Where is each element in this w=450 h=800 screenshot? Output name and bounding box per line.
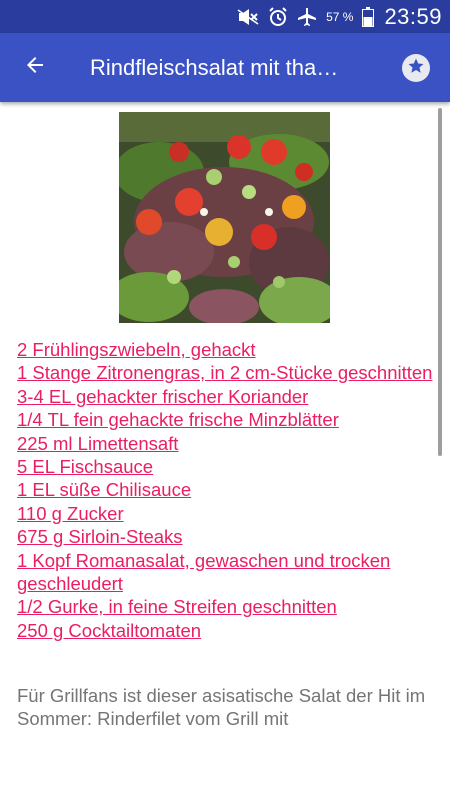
ingredient-link[interactable]: 3-4 EL gehackter frischer Koriander — [17, 385, 437, 408]
list-item[interactable]: 1 EL süße Chilisauce — [17, 478, 437, 501]
recipe-description: Für Grillfans ist dieser asisatische Sal… — [17, 685, 426, 730]
ingredient-link[interactable]: 1 EL süße Chilisauce — [17, 478, 437, 501]
battery-percent: 57 % — [326, 9, 354, 24]
battery-icon — [362, 6, 375, 27]
ingredient-link[interactable]: 250 g Cocktailtomaten — [17, 619, 437, 642]
ingredient-link[interactable]: 225 ml Limettensaft — [17, 432, 437, 455]
page-title: Rindfleischsalat mit tha… — [90, 54, 339, 80]
alarm-icon — [268, 6, 288, 27]
list-item[interactable]: 1 Stange Zitronengras, in 2 cm-Stücke ge… — [17, 361, 437, 384]
status-bar: 57 % 23:59 — [0, 0, 450, 33]
scrollbar[interactable] — [438, 108, 442, 456]
clock: 23:59 — [384, 3, 442, 29]
arrow-left-icon — [23, 53, 47, 82]
recipe-content[interactable]: 2 Frühlingszwiebeln, gehackt 1 Stange Zi… — [0, 102, 450, 800]
app-bar: Rindfleischsalat mit tha… — [0, 33, 450, 102]
ingredient-link[interactable]: 1 Stange Zitronengras, in 2 cm-Stücke ge… — [17, 361, 437, 384]
list-item[interactable]: 2 Frühlingszwiebeln, gehackt — [17, 338, 437, 361]
ingredient-link[interactable]: 675 g Sirloin-Steaks — [17, 525, 437, 548]
list-item[interactable]: 1/4 TL fein gehackte frische Minzblätter — [17, 408, 437, 431]
mute-icon — [237, 8, 259, 25]
airplane-icon — [297, 7, 317, 27]
ingredient-link[interactable]: 110 g Zucker — [17, 502, 437, 525]
ingredient-list: 2 Frühlingszwiebeln, gehackt 1 Stange Zi… — [17, 338, 437, 642]
recipe-photo — [119, 112, 330, 323]
list-item[interactable]: 1/2 Gurke, in feine Streifen geschnitten — [17, 595, 437, 618]
favorite-button[interactable] — [402, 54, 430, 82]
star-icon — [407, 57, 425, 80]
back-button[interactable] — [0, 33, 70, 102]
list-item[interactable]: 250 g Cocktailtomaten — [17, 619, 437, 642]
ingredient-link[interactable]: 2 Frühlingszwiebeln, gehackt — [17, 338, 437, 361]
ingredient-link[interactable]: 1 Kopf Romanasalat, gewaschen und trocke… — [17, 549, 437, 596]
ingredient-link[interactable]: 5 EL Fischsauce — [17, 455, 437, 478]
list-item[interactable]: 675 g Sirloin-Steaks — [17, 525, 437, 548]
ingredient-link[interactable]: 1/4 TL fein gehackte frische Minzblätter — [17, 408, 437, 431]
list-item[interactable]: 1 Kopf Romanasalat, gewaschen und trocke… — [17, 549, 437, 596]
list-item[interactable]: 3-4 EL gehackter frischer Koriander — [17, 385, 437, 408]
list-item[interactable]: 110 g Zucker — [17, 502, 437, 525]
list-item[interactable]: 225 ml Limettensaft — [17, 432, 437, 455]
list-item[interactable]: 5 EL Fischsauce — [17, 455, 437, 478]
ingredient-link[interactable]: 1/2 Gurke, in feine Streifen geschnitten — [17, 595, 437, 618]
